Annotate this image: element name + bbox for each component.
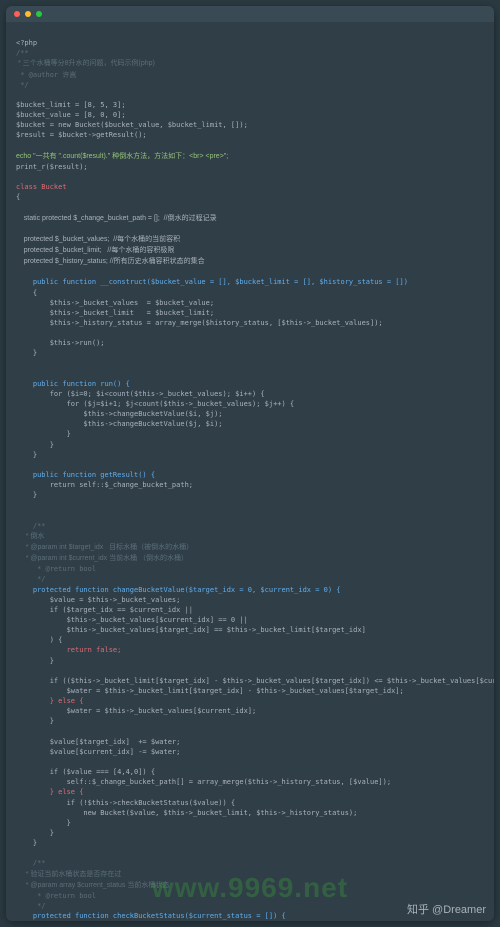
code-line: $bucket = new Bucket($bucket_value, $buc…	[16, 121, 248, 129]
code-line: * 三个水桶等分8升水的问题，代码示例(php)	[16, 60, 155, 67]
code-line: public function __construct($bucket_valu…	[16, 278, 408, 286]
code-line: $this->_bucket_limit = $bucket_limit;	[16, 309, 214, 317]
code-line: <?php	[16, 39, 37, 47]
code-line: protected $_bucket_limit; //每个水桶的容积极限	[16, 247, 174, 254]
code-line: protected function changeBucketValue($ta…	[16, 586, 341, 594]
code-line: }	[16, 819, 71, 827]
code-line: class Bucket	[16, 183, 67, 191]
code-line: */	[16, 575, 46, 583]
code-line: $value = $this->_bucket_values;	[16, 596, 180, 604]
code-line: }	[16, 349, 37, 357]
code-line: $value[$target_idx] += $water;	[16, 738, 180, 746]
code-line: public function getResult() {	[16, 471, 155, 479]
maximize-icon[interactable]	[36, 11, 42, 17]
code-line: $value[$current_idx] -= $water;	[16, 748, 180, 756]
code-line: return self::$_change_bucket_path;	[16, 481, 193, 489]
code-line: public function run() {	[16, 380, 130, 388]
code-line: * @param int $target_idx 目标水桶（被倒水的水桶）	[16, 544, 193, 551]
code-line: for ($j=$i+1; $j<count($this->_bucket_va…	[16, 400, 294, 408]
code-line: }	[16, 717, 54, 725]
code-line: */	[16, 81, 29, 89]
code-line: ) {	[16, 636, 62, 644]
code-line: protected $_history_status; //所有历史水桶容积状态…	[16, 258, 205, 265]
code-line: self::$_change_bucket_path[] = array_mer…	[16, 778, 391, 786]
code-line: /**	[16, 49, 29, 57]
code-line: {	[16, 193, 20, 201]
code-line: $this->_bucket_values[$target_idx] == $t…	[16, 626, 366, 634]
code-line: * @param int $current_idx 当前水桶 （倒水的水桶）	[16, 555, 188, 562]
code-line: {	[16, 289, 37, 297]
code-line: echo "一共有 ".count($result)." 种倒水方法，方法如下：…	[16, 153, 228, 160]
code-line: } else {	[16, 697, 83, 705]
code-line: print_r($result);	[16, 163, 88, 171]
titlebar	[6, 6, 494, 22]
code-line: }	[16, 491, 37, 499]
code-line: for ($i=0; $i<count($this->_bucket_value…	[16, 390, 265, 398]
code-line: $this->changeBucketValue($j, $i);	[16, 420, 223, 428]
minimize-icon[interactable]	[25, 11, 31, 17]
code-line: $this->run();	[16, 339, 105, 347]
code-line: } else {	[16, 788, 83, 796]
code-block: <?php /** * 三个水桶等分8升水的问题，代码示例(php) * @au…	[6, 22, 494, 921]
code-line: protected $_bucket_values; //每个水桶的当前容积	[16, 236, 180, 243]
code-line: $water = $this->_bucket_values[$current_…	[16, 707, 256, 715]
code-line: $this->changeBucketValue($i, $j);	[16, 410, 223, 418]
code-line: * @return bool	[16, 565, 96, 573]
code-line: }	[16, 839, 37, 847]
code-line: * 倒水	[16, 533, 44, 540]
code-line: }	[16, 451, 37, 459]
code-line: * 验证当前水桶状态是否存在过	[16, 871, 121, 878]
code-line: }	[16, 829, 54, 837]
code-line: * @return bool	[16, 892, 96, 900]
code-line: * @param array $current_status 当前水桶状态	[16, 882, 169, 889]
code-line: */	[16, 902, 46, 910]
code-line: }	[16, 657, 54, 665]
code-line: }	[16, 441, 54, 449]
code-line: static protected $_change_bucket_path = …	[16, 215, 217, 222]
attribution-text: 知乎 @Dreamer	[407, 903, 486, 919]
code-line: * @author 许嵩	[16, 71, 76, 79]
code-line: $this->_bucket_values[$current_idx] == 0…	[16, 616, 248, 624]
code-line: /**	[16, 859, 46, 867]
code-line: $water = $this->_bucket_limit[$target_id…	[16, 687, 404, 695]
code-line: if ($target_idx == $current_idx ||	[16, 606, 193, 614]
close-icon[interactable]	[14, 11, 20, 17]
code-line: $this->_bucket_values = $bucket_value;	[16, 299, 214, 307]
code-line: $bucket_value = [8, 0, 0];	[16, 111, 126, 119]
code-line: protected function checkBucketStatus($cu…	[16, 912, 286, 920]
code-window: <?php /** * 三个水桶等分8升水的问题，代码示例(php) * @au…	[6, 6, 494, 921]
code-line: $bucket_limit = [8, 5, 3];	[16, 101, 126, 109]
code-line: new Bucket($value, $this->_bucket_limit,…	[16, 809, 357, 817]
code-line: $this->_history_status = array_merge($hi…	[16, 319, 383, 327]
code-line: if ($value === [4,4,0]) {	[16, 768, 155, 776]
code-line: if (($this->_bucket_limit[$target_idx] -…	[16, 677, 494, 685]
code-line: /**	[16, 522, 46, 530]
code-line: return false;	[16, 646, 121, 654]
code-line: }	[16, 430, 71, 438]
code-line: if (!$this->checkBucketStatus($value)) {	[16, 799, 235, 807]
code-line: $result = $bucket->getResult();	[16, 131, 147, 139]
